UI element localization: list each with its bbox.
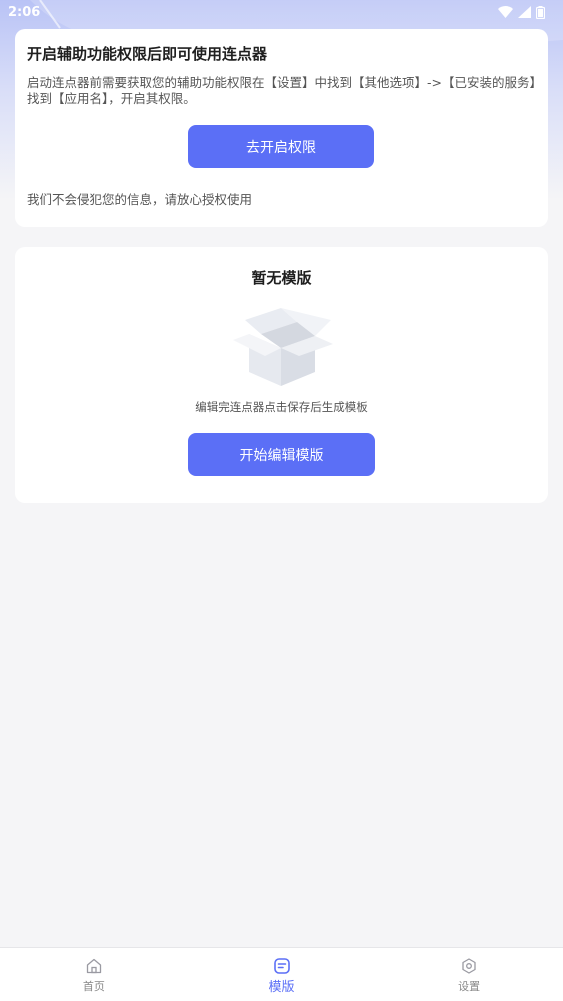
start-edit-template-button[interactable]: 开始编辑模版 [188,433,375,476]
wifi-icon [498,6,513,18]
status-bar: 2:06 [0,0,563,24]
empty-template-hint: 编辑完连点器点击保存后生成模板 [195,400,368,414]
status-time: 2:06 [8,4,41,20]
enable-permission-button[interactable]: 去开启权限 [188,125,374,168]
empty-template-title: 暂无模版 [251,269,312,287]
app-screen: 2:06 开启辅助功能权限后即可使用连点器 启动连点器前需要获取您的辅助功能权限… [0,0,563,1001]
bottom-tab-bar: 首页 模版 设置 [0,947,563,1001]
tab-home[interactable]: 首页 [0,948,188,1001]
status-icons [498,5,545,19]
template-icon [273,958,290,974]
template-card: 暂无模版 编辑完连点器点击保存后生成模板 开始编辑模版 [15,247,548,503]
empty-box-icon [233,308,333,386]
permission-description: 启动连点器前需要获取您的辅助功能权限在【设置】中找到【其他选项】->【已安装的服… [27,75,536,106]
tab-template-label: 模版 [268,980,295,995]
home-icon [86,958,101,974]
battery-icon [536,5,545,19]
tab-settings[interactable]: 设置 [375,948,563,1001]
permission-card: 开启辅助功能权限后即可使用连点器 启动连点器前需要获取您的辅助功能权限在【设置】… [15,29,548,227]
privacy-note: 我们不会侵犯您的信息，请放心授权使用 [27,192,253,207]
permission-title: 开启辅助功能权限后即可使用连点器 [27,45,268,63]
tab-template[interactable]: 模版 [188,948,376,1001]
tab-settings-label: 设置 [458,980,481,993]
tab-home-label: 首页 [82,980,105,993]
settings-icon [462,958,476,974]
cellular-signal-icon [518,6,531,18]
